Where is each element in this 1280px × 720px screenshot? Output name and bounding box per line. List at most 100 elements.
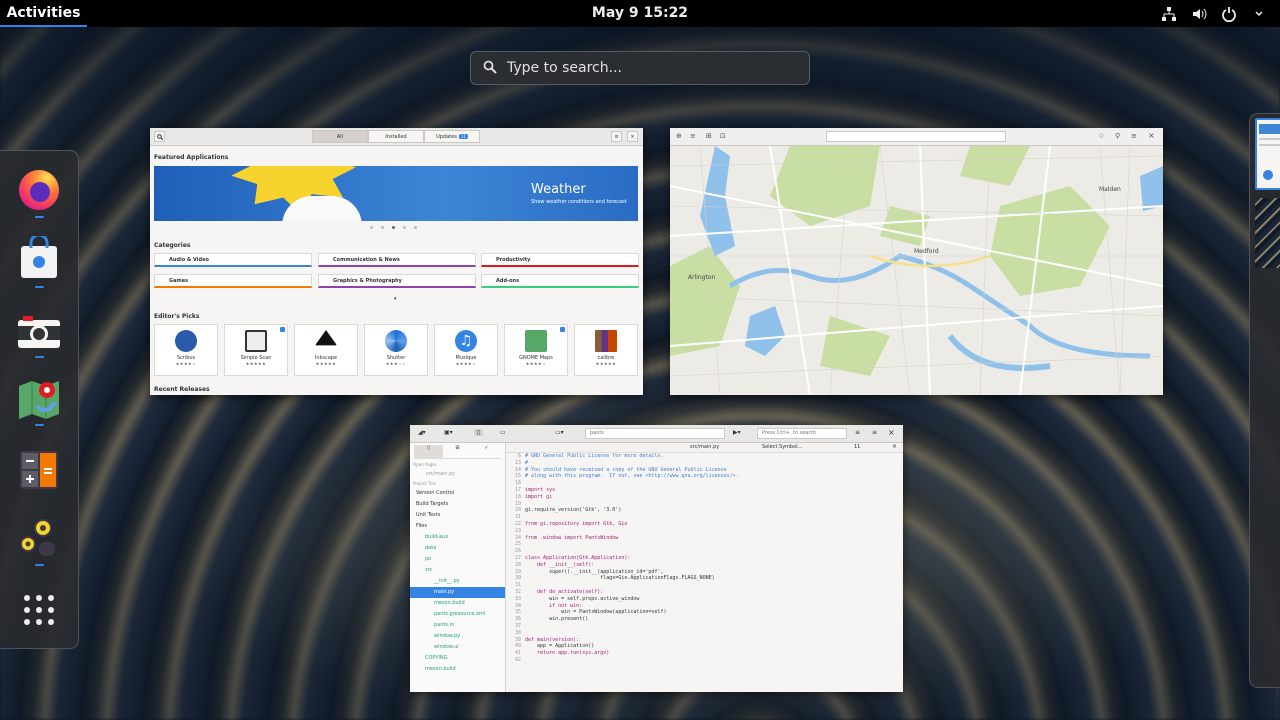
tab-updates[interactable]: Updates 11 [424,130,480,143]
pick-shutter[interactable]: Shutter ★★★☆☆ [364,324,428,376]
maps-window[interactable]: ⊕ ≡ ⊞ ⊡ ☆ ⚲ ≡ × Arlington Medford Malden [670,128,1163,395]
terminal-icon[interactable]: ▭ [500,429,506,436]
map-search-input[interactable] [826,131,1006,142]
tree-item[interactable]: po [410,554,505,565]
project-search-input[interactable]: Press Ctrl+. to search [757,428,847,439]
pick-calibre[interactable]: calibre ★★★★★ [574,324,638,376]
tab-all[interactable]: All [312,130,368,143]
favorites-icon[interactable]: ☆ [1098,132,1104,140]
tree-item[interactable]: src [410,565,505,576]
tree-item[interactable]: Build Targets [410,499,505,510]
chevron-down-icon[interactable] [1250,5,1268,23]
code-line: import sys [525,486,556,493]
more-icon[interactable]: ≡ [872,429,877,436]
run-button-icon[interactable]: ▶▾ [733,429,741,436]
tree-item[interactable]: Unit Tests [410,510,505,521]
pick-simple-scan[interactable]: Simple Scan ★★★★★ [224,324,288,376]
category-graphics[interactable]: Graphics & Photography [318,274,476,288]
workspace-thumbnail-1[interactable] [1255,118,1280,190]
source-code[interactable]: # GNU General Public License for more de… [525,453,903,657]
installed-icon [280,327,285,332]
device-icon[interactable]: ▭▾ [555,429,564,436]
tab-symbols-icon[interactable]: ⊞ [443,445,472,458]
network-icon[interactable] [1160,5,1178,23]
search-entry[interactable]: Type to search... [470,51,810,85]
open-page-row[interactable]: src/main.py [410,469,505,480]
carousel-dots[interactable] [370,226,417,229]
layers-icon[interactable]: ≡ [690,132,696,140]
workspace-thumbnail-2[interactable] [1255,198,1280,268]
expand-categories-icon[interactable]: ▾ [394,296,397,302]
software-headerbar: All Installed Updates 11 ≡ × [150,128,643,146]
menu-icon[interactable]: ≡ [855,429,860,436]
open-pages-title: Open Pages [413,462,437,467]
close-icon[interactable]: × [888,428,895,437]
symbol-selector[interactable]: Select Symbol... [762,444,802,450]
show-applications-icon[interactable] [16,587,62,633]
close-icon[interactable]: × [1148,131,1155,140]
close-icon[interactable]: × [627,131,638,142]
tree-item[interactable]: data [410,543,505,554]
software-window[interactable]: All Installed Updates 11 ≡ × Featured App… [150,128,643,395]
line-number: 42 [514,656,521,663]
tree-item[interactable]: window.py [410,631,505,642]
code-editor[interactable]: 6 13 14 15 16 17 18 19 20 21 22 23 24 25 26 27 28 29 30 31 3… [507,453,903,692]
software-icon[interactable] [16,235,62,281]
tree-item[interactable]: meson.build [410,598,505,609]
tree-item[interactable]: window.ui [410,642,505,653]
build-icon[interactable]: ◢▾ [418,429,426,436]
pick-scribus[interactable]: Scribus ★★★★☆ [154,324,218,376]
branch-entry[interactable]: pants [585,428,725,439]
category-productivity[interactable]: Productivity [481,253,639,267]
tree-item[interactable]: pants.in [410,620,505,631]
rating-stars: ★★★☆☆ [385,361,407,366]
category-audio-video[interactable]: Audio & Video [154,253,312,267]
category-addons[interactable]: Add-ons [481,274,639,288]
tab-installed[interactable]: Installed [368,130,424,143]
tree-item[interactable]: build-aux [410,532,505,543]
builder-window[interactable]: ◢▾ ▣▾ ▯ ▭ ▭▾ pants ▶▾ Press Ctrl+. to se… [410,425,903,692]
tree-item[interactable]: Version Control [410,488,505,499]
tree-item[interactable]: COPYING [410,653,505,664]
line-number: 29 [514,568,521,575]
activities-button[interactable]: Activities [0,0,87,27]
calculator-icon[interactable] [16,447,62,493]
close-file-icon[interactable]: × [892,443,897,450]
line-number: 33 [514,595,521,602]
tree-item[interactable]: meson.build [410,664,505,675]
location-icon[interactable]: ⊕ [676,132,682,140]
category-communication[interactable]: Communication & News [318,253,476,267]
category-games[interactable]: Games [154,274,312,288]
tree-item[interactable]: pants.gresource.xml [410,609,505,620]
power-icon[interactable] [1220,5,1238,23]
clock[interactable]: May 9 15:22 [540,0,740,27]
menu-icon[interactable]: ≡ [611,131,622,142]
map-view[interactable] [670,146,1163,395]
tab-todo-icon[interactable]: ✓ [472,445,501,458]
builder-icon[interactable] [16,515,62,561]
maps-icon[interactable] [16,377,62,423]
sidebar-toggle-icon[interactable]: ▯ [474,429,484,436]
pick-inkscape[interactable]: Inkscape ★★★★★ [294,324,358,376]
search-icon[interactable] [154,131,165,142]
pick-gnome-maps[interactable]: GNOME Maps ★★★★☆ [504,324,568,376]
tree-item[interactable]: Files [410,521,505,532]
project-tree-title: Project Tree [413,481,437,486]
volume-icon[interactable] [1190,5,1208,23]
tree-item[interactable]: main.py [410,587,505,598]
system-tray[interactable] [1160,4,1268,24]
tab-files-icon[interactable]: ▯ [414,445,443,458]
zoom-icon[interactable]: ⊞ [706,132,712,140]
pick-musique[interactable]: ♫ Musique ★★★★☆ [434,324,498,376]
firefox-icon[interactable] [16,167,62,213]
print-icon[interactable]: ⊡ [720,132,726,140]
menu-icon[interactable]: ≡ [1131,132,1137,140]
run-icon[interactable]: ▣▾ [444,429,453,436]
camera-icon[interactable] [16,309,62,355]
route-icon[interactable]: ⚲ [1115,132,1120,140]
tree-item[interactable]: __init__.py [410,576,505,587]
featured-banner[interactable]: Weather Show weather conditions and fore… [154,166,638,221]
line-number: 22 [514,520,521,527]
